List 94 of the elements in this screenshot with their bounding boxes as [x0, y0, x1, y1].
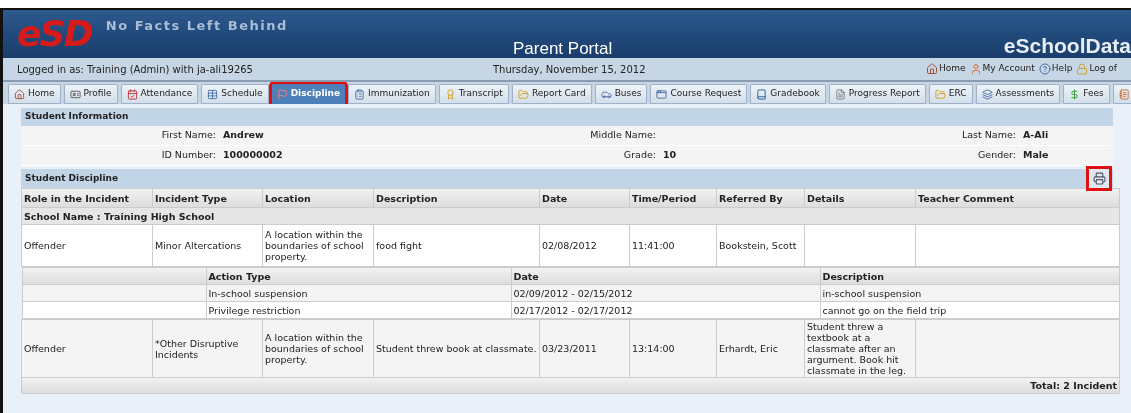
column-header: Description — [820, 267, 1119, 285]
column-header: Role in the Incident — [21, 188, 153, 208]
field-label: ID Number: — [161, 148, 216, 163]
table-cell: 03/23/2011 — [542, 343, 597, 354]
dollar-icon — [1069, 88, 1081, 100]
nav-tab[interactable]: Transcript — [438, 84, 509, 104]
table-cell: 02/09/2012 - 02/15/2012 — [513, 287, 633, 299]
calendar-icon — [126, 88, 138, 100]
table-cell: Student threw a textbook at a classmate after an argument. Book hit classmate in the leg. — [807, 321, 907, 376]
document-icon — [834, 88, 846, 100]
more-tab[interactable] — [1112, 84, 1131, 104]
table-cell: Bookstein, Scott — [719, 240, 797, 251]
flag-icon — [276, 88, 288, 100]
column-header: Teacher Comment — [915, 188, 1120, 208]
field-label: First Name: — [161, 128, 216, 143]
table-cell: In-school suspension — [208, 287, 308, 299]
section-title: Student Discipline — [25, 171, 119, 185]
nav-tab[interactable]: Immunization — [348, 84, 436, 104]
nav-tab[interactable]: Fees — [1063, 84, 1110, 104]
window-icon — [656, 88, 668, 100]
nav-tab[interactable]: Schedule — [201, 84, 269, 104]
table-cell: 11:41:00 — [632, 240, 675, 251]
column-header: Referred By — [716, 188, 805, 208]
column-header: Details — [804, 188, 916, 208]
table-cell: A location within the boundaries of school property. — [265, 332, 364, 365]
lock-icon — [1076, 63, 1089, 75]
header-link[interactable]: My Account — [969, 62, 1035, 76]
current-date: Thursday, November 15, 2012 — [492, 62, 646, 77]
column-header: Location — [262, 188, 374, 208]
print-button[interactable] — [1089, 169, 1109, 188]
layers-icon — [981, 88, 993, 100]
folder-icon — [934, 88, 946, 100]
column-header: Action Type — [206, 267, 511, 285]
nav-tab[interactable]: Assessments — [975, 84, 1061, 104]
column-header: Time/Period — [629, 188, 717, 208]
header-link[interactable]: Help — [1038, 62, 1073, 76]
table-cell: Privilege restriction — [208, 304, 301, 316]
column-header: Incident Type — [152, 188, 263, 208]
field-label: Gender: — [977, 148, 1016, 163]
section-header: Student Information — [21, 108, 1113, 126]
column-header: Description — [373, 188, 540, 208]
field-value: 100000002 — [223, 148, 283, 163]
table-cell: food fight — [376, 240, 422, 251]
user-icon — [969, 63, 982, 75]
nav-tab[interactable]: Profile — [63, 84, 118, 104]
table-cell: 13:14:00 — [632, 343, 675, 354]
nav-tab[interactable]: Gradebook — [750, 84, 826, 104]
nav-tab[interactable]: Progress Report — [828, 84, 926, 104]
nav-tab[interactable]: ERC — [928, 84, 973, 104]
nav-tab[interactable]: Discipline — [271, 84, 346, 104]
table-cell: 02/08/2012 — [542, 240, 597, 251]
table-cell: in-school suspension — [822, 287, 922, 299]
header-link[interactable]: Home — [925, 62, 966, 76]
field-label: Middle Name: — [590, 128, 656, 143]
nav-tab[interactable]: Attendance — [120, 84, 199, 104]
field-value: 10 — [663, 148, 677, 163]
field-value: Male — [1023, 148, 1049, 163]
nav-tab[interactable]: Report Card — [511, 84, 592, 104]
column-header: Date — [539, 188, 630, 208]
login-info: Logged in as: Training (Admin) with ja-ali19265 — [17, 62, 253, 77]
table-cell: Offender — [24, 343, 66, 354]
nav-tab[interactable]: Home — [8, 84, 61, 104]
table-cell: cannot go on the field trip — [822, 304, 947, 316]
nav-tab[interactable]: Course Request — [650, 84, 748, 104]
house-icon — [925, 63, 938, 75]
field-value: A-Ali — [1023, 128, 1049, 143]
clipboard-icon — [354, 88, 366, 100]
portal-title: Parent Portal — [513, 38, 613, 58]
house-icon — [14, 88, 25, 100]
table-cell: Minor Altercations — [155, 240, 242, 251]
folder-icon — [517, 88, 529, 100]
table-cell: Offender — [24, 240, 66, 251]
table-cell: 02/17/2012 - 02/17/2012 — [513, 304, 633, 316]
brand-name: eSchoolData — [1003, 33, 1131, 58]
table-cell: A location within the boundaries of school property. — [265, 229, 364, 262]
nav-tab[interactable]: Buses — [594, 84, 648, 104]
book-icon — [756, 88, 768, 100]
medal-icon — [444, 88, 456, 100]
field-value: Andrew — [223, 128, 264, 143]
column-header: Date — [511, 267, 820, 285]
table-icon — [207, 88, 219, 100]
header-link[interactable]: Log of — [1076, 62, 1117, 76]
table-cell: Student threw book at classmate. — [376, 343, 537, 354]
table-cell: *Other Disruptive Incidents — [155, 337, 239, 360]
total-count: Total: 2 Incident — [1030, 380, 1117, 391]
field-label: Grade: — [623, 148, 656, 163]
table-cell: Erhardt, Eric — [719, 343, 778, 354]
notebook-icon — [1118, 88, 1130, 100]
id-card-icon — [69, 88, 81, 100]
logo: eSD — [17, 16, 92, 52]
field-label: Last Name: — [961, 128, 1016, 143]
school-name: School Name : Training High School — [21, 207, 1120, 225]
help-icon — [1038, 63, 1051, 75]
tagline: No Facts Left Behind — [105, 17, 288, 35]
